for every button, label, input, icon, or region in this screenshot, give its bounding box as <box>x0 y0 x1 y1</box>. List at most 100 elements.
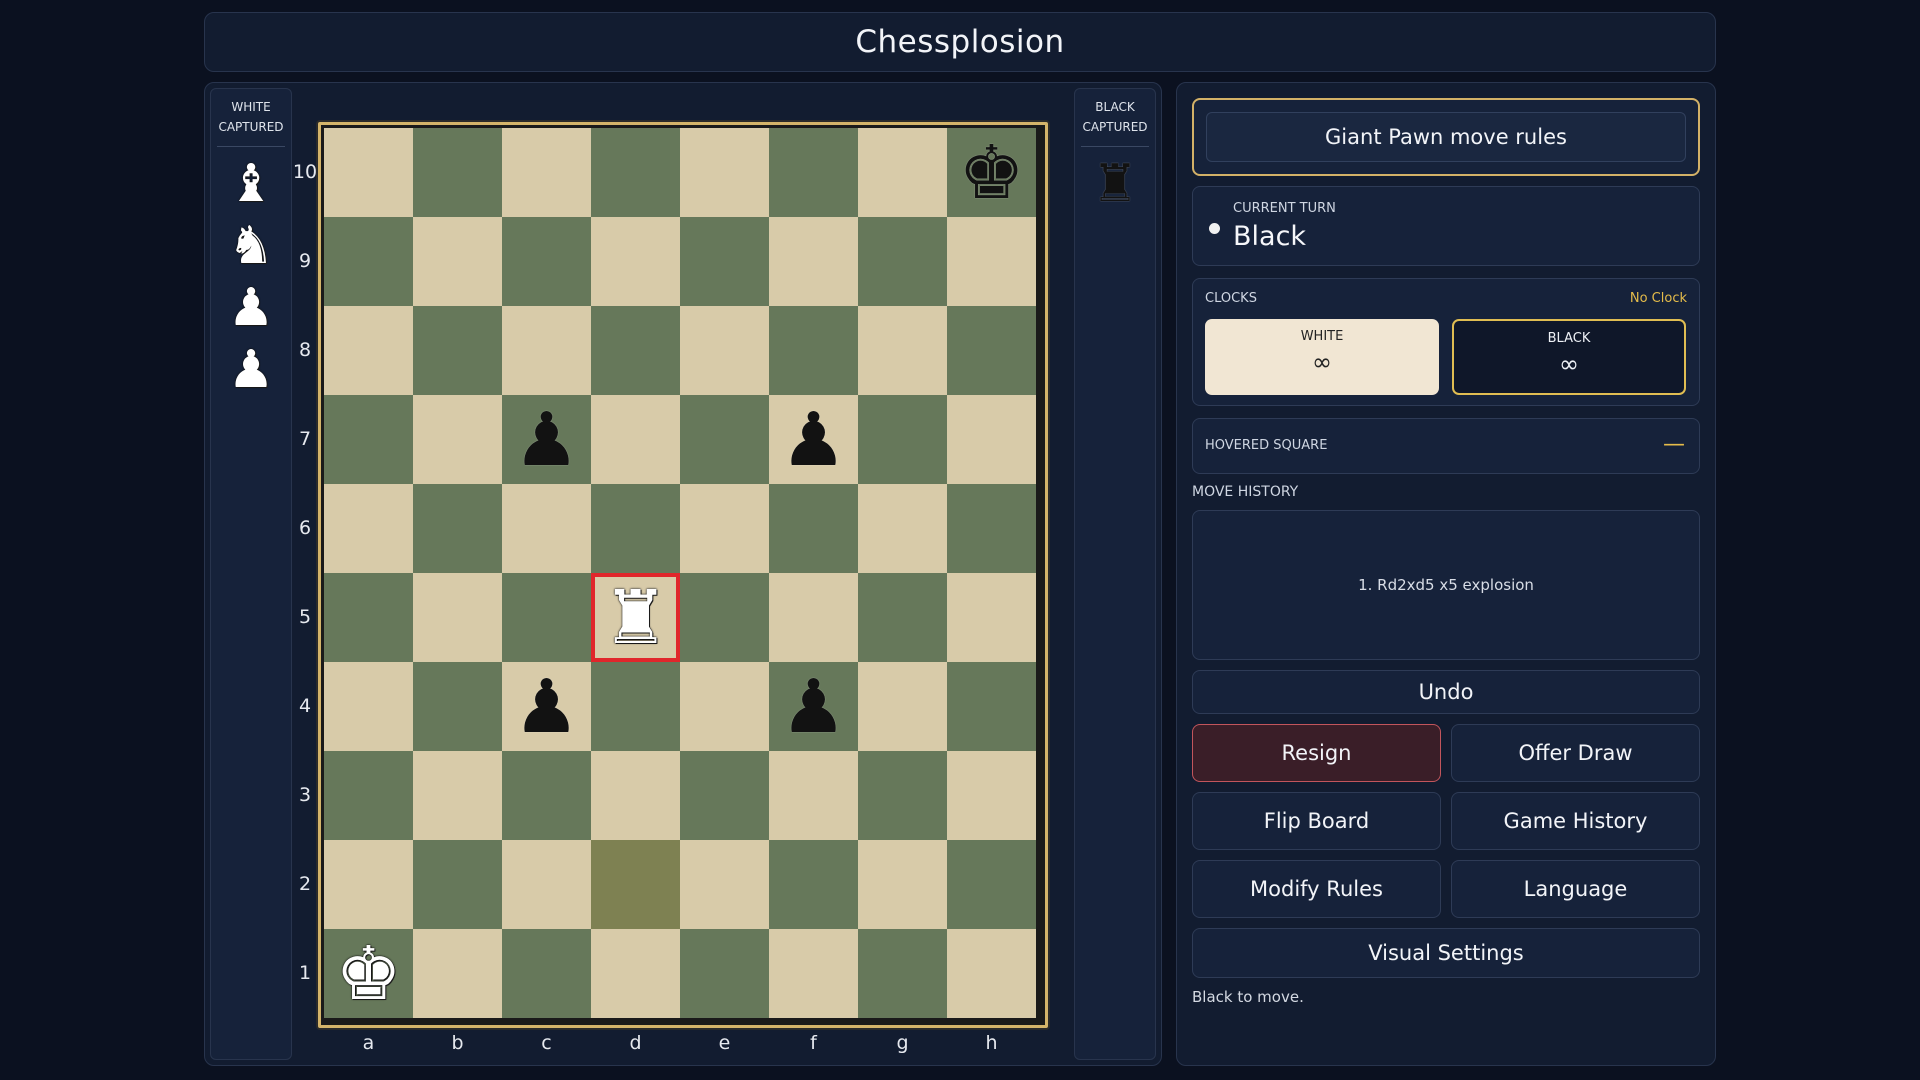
square-g1[interactable] <box>858 929 947 1018</box>
square-a4[interactable] <box>324 662 413 751</box>
visual-settings-button[interactable]: Visual Settings <box>1192 928 1700 978</box>
square-d3[interactable] <box>591 751 680 840</box>
square-f3[interactable] <box>769 751 858 840</box>
square-b2[interactable] <box>413 840 502 929</box>
square-d5[interactable]: ♜ <box>591 573 680 662</box>
black-king-piece[interactable]: ♚ <box>958 136 1024 210</box>
square-f10[interactable] <box>769 128 858 217</box>
square-c3[interactable] <box>502 751 591 840</box>
square-f4[interactable]: ♟ <box>769 662 858 751</box>
square-g3[interactable] <box>858 751 947 840</box>
square-a6[interactable] <box>324 484 413 573</box>
chess-board[interactable]: ♚ ♟ ♟ ♜ ♟ ♟ ♚ <box>324 128 1042 1018</box>
square-h2[interactable] <box>947 840 1036 929</box>
flip-board-button[interactable]: Flip Board <box>1192 792 1441 850</box>
undo-button[interactable]: Undo <box>1192 670 1700 714</box>
modify-rules-button[interactable]: Modify Rules <box>1192 860 1441 918</box>
square-g7[interactable] <box>858 395 947 484</box>
square-a1[interactable]: ♚ <box>324 929 413 1018</box>
square-f2[interactable] <box>769 840 858 929</box>
square-f8[interactable] <box>769 306 858 395</box>
square-h10[interactable]: ♚ <box>947 128 1036 217</box>
square-b5[interactable] <box>413 573 502 662</box>
square-e5[interactable] <box>680 573 769 662</box>
black-pawn-piece[interactable]: ♟ <box>513 403 579 477</box>
square-g9[interactable] <box>858 217 947 306</box>
square-h6[interactable] <box>947 484 1036 573</box>
square-b9[interactable] <box>413 217 502 306</box>
square-e7[interactable] <box>680 395 769 484</box>
square-h3[interactable] <box>947 751 1036 840</box>
square-g10[interactable] <box>858 128 947 217</box>
square-a10[interactable] <box>324 128 413 217</box>
square-d6[interactable] <box>591 484 680 573</box>
square-g2[interactable] <box>858 840 947 929</box>
square-h9[interactable] <box>947 217 1036 306</box>
square-a8[interactable] <box>324 306 413 395</box>
square-e6[interactable] <box>680 484 769 573</box>
square-b10[interactable] <box>413 128 502 217</box>
app-title: Chessplosion <box>855 24 1065 60</box>
square-h5[interactable] <box>947 573 1036 662</box>
rank-label: 1 <box>298 961 312 984</box>
square-g5[interactable] <box>858 573 947 662</box>
square-b8[interactable] <box>413 306 502 395</box>
square-e9[interactable] <box>680 217 769 306</box>
square-f7[interactable]: ♟ <box>769 395 858 484</box>
square-c9[interactable] <box>502 217 591 306</box>
square-e4[interactable] <box>680 662 769 751</box>
giant-pawn-rules-button[interactable]: Giant Pawn move rules <box>1206 112 1686 162</box>
square-c6[interactable] <box>502 484 591 573</box>
square-f9[interactable] <box>769 217 858 306</box>
resign-button[interactable]: Resign <box>1192 724 1441 782</box>
square-a5[interactable] <box>324 573 413 662</box>
square-e8[interactable] <box>680 306 769 395</box>
square-g8[interactable] <box>858 306 947 395</box>
square-b6[interactable] <box>413 484 502 573</box>
white-king-piece[interactable]: ♚ <box>335 937 401 1011</box>
square-h7[interactable] <box>947 395 1036 484</box>
square-a9[interactable] <box>324 217 413 306</box>
square-g4[interactable] <box>858 662 947 751</box>
square-b7[interactable] <box>413 395 502 484</box>
black-pawn-piece[interactable]: ♟ <box>780 670 846 744</box>
square-d10[interactable] <box>591 128 680 217</box>
hovered-square-box: HOVERED SQUARE — <box>1192 418 1700 474</box>
square-e2[interactable] <box>680 840 769 929</box>
square-f5[interactable] <box>769 573 858 662</box>
square-a2[interactable] <box>324 840 413 929</box>
square-d9[interactable] <box>591 217 680 306</box>
square-b1[interactable] <box>413 929 502 1018</box>
square-e1[interactable] <box>680 929 769 1018</box>
square-h8[interactable] <box>947 306 1036 395</box>
white-rook-piece[interactable]: ♜ <box>602 581 668 655</box>
square-h4[interactable] <box>947 662 1036 751</box>
square-d4[interactable] <box>591 662 680 751</box>
square-c1[interactable] <box>502 929 591 1018</box>
square-d8[interactable] <box>591 306 680 395</box>
square-h1[interactable] <box>947 929 1036 1018</box>
square-c2[interactable] <box>502 840 591 929</box>
black-pawn-piece[interactable]: ♟ <box>513 670 579 744</box>
game-history-button[interactable]: Game History <box>1451 792 1700 850</box>
black-pawn-piece[interactable]: ♟ <box>780 403 846 477</box>
square-a7[interactable] <box>324 395 413 484</box>
square-f6[interactable] <box>769 484 858 573</box>
square-c8[interactable] <box>502 306 591 395</box>
square-d2[interactable] <box>591 840 680 929</box>
square-b4[interactable] <box>413 662 502 751</box>
square-f1[interactable] <box>769 929 858 1018</box>
square-d1[interactable] <box>591 929 680 1018</box>
square-e10[interactable] <box>680 128 769 217</box>
square-e3[interactable] <box>680 751 769 840</box>
square-a3[interactable] <box>324 751 413 840</box>
square-g6[interactable] <box>858 484 947 573</box>
square-c7[interactable]: ♟ <box>502 395 591 484</box>
square-c10[interactable] <box>502 128 591 217</box>
square-d7[interactable] <box>591 395 680 484</box>
square-c5[interactable] <box>502 573 591 662</box>
square-b3[interactable] <box>413 751 502 840</box>
offer-draw-button[interactable]: Offer Draw <box>1451 724 1700 782</box>
square-c4[interactable]: ♟ <box>502 662 591 751</box>
language-button[interactable]: Language <box>1451 860 1700 918</box>
